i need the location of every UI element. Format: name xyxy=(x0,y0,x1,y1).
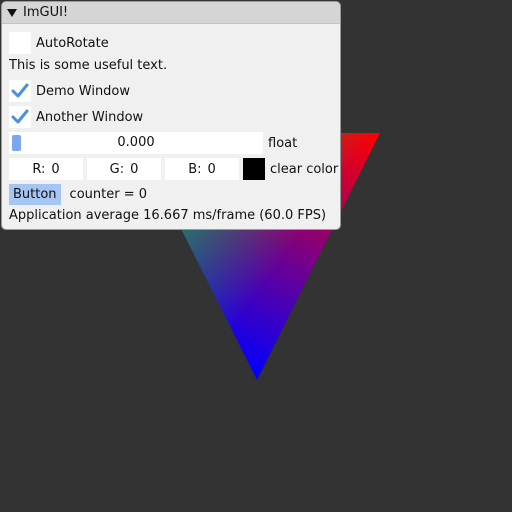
stats-row: Application average 16.667 ms/frame (60.… xyxy=(9,208,326,223)
another-window-row: Another Window xyxy=(9,106,143,128)
clear-color-label: clear color xyxy=(270,161,339,177)
demo-window-checkbox[interactable] xyxy=(9,80,31,102)
b-input[interactable]: B: 0 xyxy=(165,158,239,180)
demo-window-label: Demo Window xyxy=(36,83,131,99)
autorotate-checkbox[interactable] xyxy=(9,32,31,54)
counter-text: counter = 0 xyxy=(69,187,147,202)
float-slider-row: 0.000 float xyxy=(9,132,297,154)
float-slider-value: 0.000 xyxy=(117,135,155,150)
window-titlebar[interactable]: ImGUI! xyxy=(2,2,340,24)
button-row: Button counter = 0 xyxy=(9,184,147,205)
imgui-window[interactable]: ImGUI! AutoRotate This is some useful te… xyxy=(1,1,341,230)
demo-window-row: Demo Window xyxy=(9,80,130,102)
autorotate-label: AutoRotate xyxy=(36,35,109,51)
window-title: ImGUI! xyxy=(23,5,69,20)
r-value: 0 xyxy=(51,161,60,177)
float-slider-label: float xyxy=(268,135,298,151)
b-label: B: xyxy=(188,161,202,177)
g-value: 0 xyxy=(130,161,139,177)
float-slider[interactable]: 0.000 xyxy=(9,132,263,154)
another-window-label: Another Window xyxy=(36,109,144,125)
collapse-triangle-icon[interactable] xyxy=(7,8,17,17)
autorotate-row: AutoRotate xyxy=(9,32,109,54)
checkmark-icon xyxy=(11,109,29,124)
g-input[interactable]: G: 0 xyxy=(87,158,161,180)
checkmark-icon xyxy=(11,83,29,98)
another-window-checkbox[interactable] xyxy=(9,106,31,128)
clear-color-row: R: 0 G: 0 B: 0 clear color xyxy=(9,158,338,180)
useful-text-row: This is some useful text. xyxy=(9,58,167,73)
b-value: 0 xyxy=(207,161,216,177)
r-input[interactable]: R: 0 xyxy=(9,158,83,180)
useful-text: This is some useful text. xyxy=(9,58,168,73)
g-label: G: xyxy=(109,161,125,177)
counter-button[interactable]: Button xyxy=(9,184,61,205)
r-label: R: xyxy=(32,161,46,177)
stats-text: Application average 16.667 ms/frame (60.… xyxy=(9,208,327,223)
clear-color-swatch[interactable] xyxy=(243,158,265,180)
